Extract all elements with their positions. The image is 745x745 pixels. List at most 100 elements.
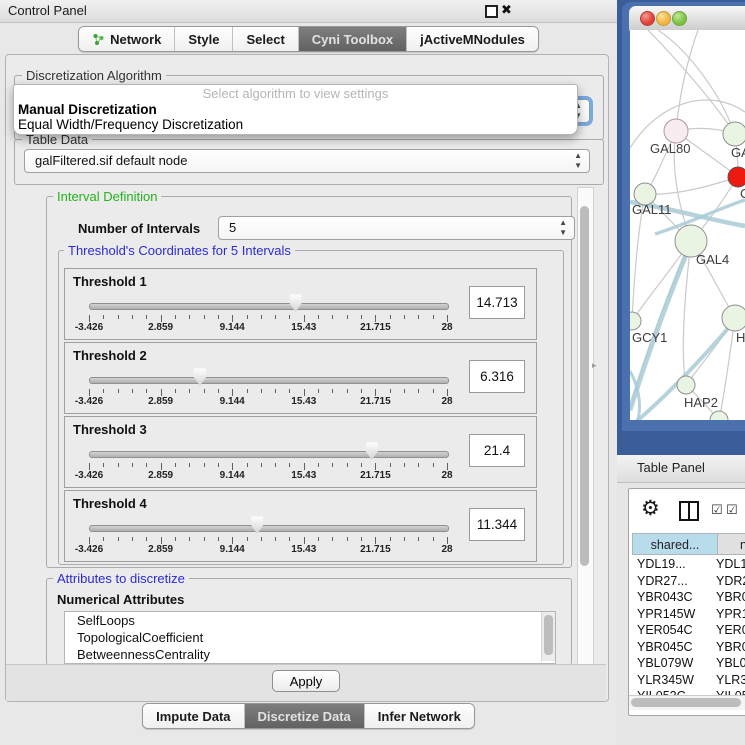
tab-impute-data[interactable]: Impute Data: [143, 704, 243, 728]
cell-shared-name: YBR043C: [629, 589, 716, 606]
control-panel: Control Panel ✖ NetworkStyleSelect Cyni T…: [0, 0, 617, 745]
network-window-titlebar[interactable]: [629, 6, 745, 31]
tick-mark: [418, 537, 419, 541]
numerical-attributes-list[interactable]: SelfLoopsTopologicalCoefficientBetweenne…: [64, 611, 556, 664]
table-row[interactable]: YPR145WYPR145W: [629, 606, 745, 623]
tick-mark: [361, 463, 362, 467]
attribute-item-betweennesscentrality[interactable]: BetweennessCentrality: [65, 646, 555, 663]
table-row[interactable]: YER054CYER054C: [629, 622, 745, 639]
network-node-c[interactable]: [728, 167, 745, 187]
tab-style[interactable]: Style: [174, 27, 232, 51]
checkbox-icon[interactable]: ☑: [711, 502, 723, 518]
column-header-na[interactable]: na: [718, 533, 745, 555]
network-graph[interactable]: GAL80GACGAL11GAL4GCY1HHAP2: [630, 30, 745, 420]
tick-mark: [146, 463, 147, 467]
tick-label: 9.144: [220, 322, 245, 333]
algorithm-option-equal-width-frequency-discretization[interactable]: Equal Width/Frequency Discretization: [14, 117, 577, 132]
panel-title: Control Panel: [8, 3, 87, 18]
tab-cyni-toolbox[interactable]: Cyni Toolbox: [298, 27, 406, 51]
apply-button[interactable]: Apply: [272, 670, 340, 692]
checkbox-icon[interactable]: ☑: [726, 502, 738, 518]
threshold-value-field[interactable]: 14.713: [469, 286, 525, 319]
tick-mark: [232, 389, 233, 396]
table-toolbar: ⚙ ☑ ☑: [629, 489, 745, 532]
tab-select[interactable]: Select: [232, 27, 297, 51]
tick-mark: [218, 537, 219, 541]
table-row[interactable]: YDL19...YDL19...: [629, 556, 745, 573]
network-canvas[interactable]: GAL80GACGAL11GAL4GCY1HHAP2: [630, 30, 745, 420]
tick-mark: [89, 537, 90, 544]
tick-mark: [447, 315, 448, 322]
vertical-scrollbar[interactable]: [577, 187, 594, 697]
close-icon[interactable]: ✖: [501, 2, 512, 18]
threshold-value-field[interactable]: 6.316: [469, 360, 525, 393]
table-data-combo[interactable]: galFiltered.sif default node ▲▼: [24, 149, 590, 173]
zoom-traffic-light-icon[interactable]: [672, 11, 687, 26]
slider-tick-labels: -3.4262.8599.14415.4321.71528: [89, 544, 447, 557]
tick-mark: [433, 389, 434, 393]
stepper-up-icon: ▲: [574, 151, 582, 161]
slider-track[interactable]: [89, 377, 449, 384]
scrollbar-thumb[interactable]: [544, 615, 553, 655]
stepper-icon[interactable]: ▲▼: [574, 151, 582, 171]
network-node-gcy1[interactable]: [630, 312, 641, 330]
table-row[interactable]: YBR045CYBR045C: [629, 639, 745, 656]
network-edge[interactable]: [648, 30, 735, 134]
table-row[interactable]: YBL079WYBL079W: [629, 655, 745, 672]
threshold-box-1: Threshold 1-3.4262.8599.14415.4321.71528…: [64, 268, 537, 340]
column-layout-icon[interactable]: [679, 501, 699, 521]
tab-network[interactable]: Network: [79, 27, 174, 51]
stepper-icon[interactable]: ▲▼: [559, 218, 567, 238]
tab-discretize-data[interactable]: Discretize Data: [244, 704, 364, 728]
table-row[interactable]: YBR043CYBR043C: [629, 589, 745, 606]
cell-name: YBR043C: [716, 589, 745, 606]
threshold-value-field[interactable]: 21.4: [469, 434, 525, 467]
tick-mark: [433, 463, 434, 467]
slider-tick-labels: -3.4262.8599.14415.4321.71528: [89, 322, 447, 335]
scrollbar-thumb[interactable]: [580, 206, 589, 566]
slider-track[interactable]: [89, 525, 449, 532]
tick-mark: [404, 315, 405, 319]
divider-grip-icon[interactable]: ▸: [592, 360, 597, 371]
gear-icon[interactable]: ⚙: [641, 496, 660, 521]
network-node-gal80[interactable]: [664, 119, 688, 143]
tab-infer-network[interactable]: Infer Network: [364, 704, 474, 728]
attribute-item-selfloops[interactable]: SelfLoops: [65, 612, 555, 629]
tick-mark: [132, 315, 133, 319]
network-node-label: GAL80: [650, 141, 690, 156]
desktop-background: GAL80GACGAL11GAL4GCY1HHAP2: [617, 0, 745, 455]
table-data-combo-value: galFiltered.sif default node: [35, 153, 187, 168]
scrollbar-thumb[interactable]: [631, 698, 741, 707]
tick-mark: [304, 315, 305, 322]
horizontal-scrollbar[interactable]: [629, 695, 745, 710]
column-header-shared-[interactable]: shared...: [632, 533, 718, 555]
stepper-up-icon: ▲: [559, 218, 567, 228]
minimize-traffic-light-icon[interactable]: [656, 11, 671, 26]
network-node-ga[interactable]: [723, 122, 745, 146]
slider-track[interactable]: [89, 303, 449, 310]
tick-label: 21.715: [360, 396, 391, 407]
table-row[interactable]: YLR345WYLR345W: [629, 672, 745, 689]
num-intervals-combo[interactable]: 5 ▲▼: [218, 216, 575, 240]
tick-mark: [189, 389, 190, 393]
group-title-thresholds: Threshold's Coordinates for 5 Intervals: [64, 243, 295, 258]
float-window-icon[interactable]: [485, 5, 498, 18]
numerical-attributes-label: Numerical Attributes: [57, 592, 184, 607]
table-row[interactable]: YDR27...YDR27...: [629, 573, 745, 590]
network-node-hap2[interactable]: [677, 376, 695, 394]
network-node-label: C: [740, 186, 745, 201]
slider-track[interactable]: [89, 451, 449, 458]
list-scrollbar[interactable]: [541, 612, 555, 661]
close-traffic-light-icon[interactable]: [640, 11, 655, 26]
network-edge[interactable]: [645, 177, 738, 194]
network-node-h[interactable]: [722, 305, 745, 331]
algorithm-option-manual-discretization[interactable]: Manual Discretization: [14, 102, 577, 117]
tick-mark: [261, 537, 262, 541]
tab-label: Impute Data: [156, 709, 230, 724]
threshold-value-field[interactable]: 11.344: [469, 508, 525, 541]
network-node-label: GAL11: [632, 202, 672, 217]
cell-name: YBR045C: [716, 639, 745, 656]
attribute-item-topologicalcoefficient[interactable]: TopologicalCoefficient: [65, 629, 555, 646]
tab-jactivemnodules[interactable]: jActiveMNodules: [406, 27, 538, 51]
tab-label: Cyni Toolbox: [312, 32, 393, 47]
